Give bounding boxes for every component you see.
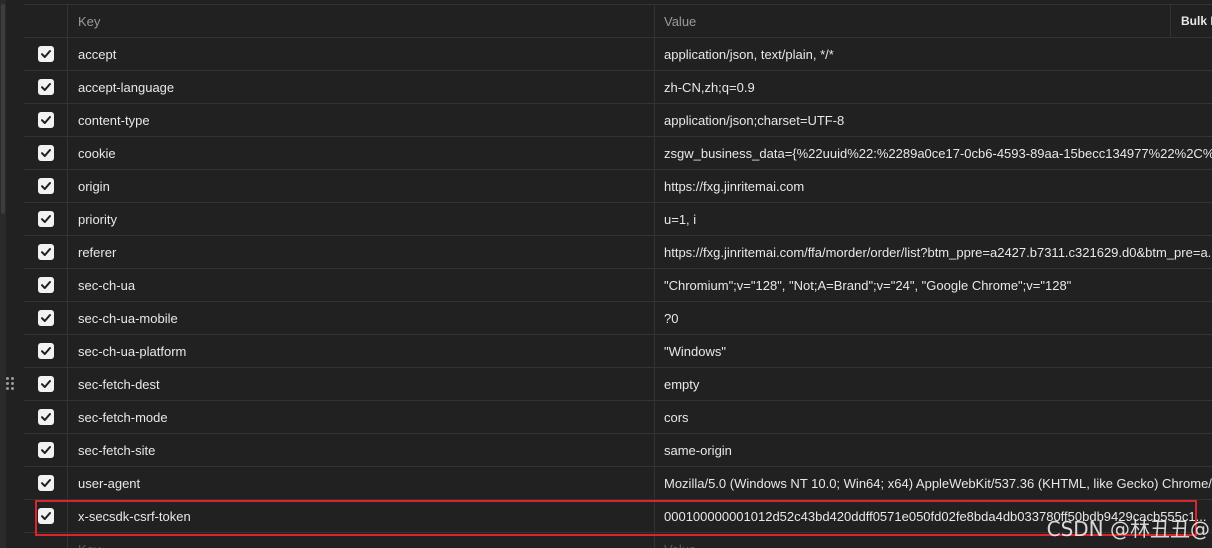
row-check-cell bbox=[24, 71, 68, 103]
header-value-field[interactable]: zsgw_business_data={%22uuid%22:%2289a0ce… bbox=[655, 137, 1212, 169]
row-check-cell bbox=[24, 500, 68, 532]
row-check-cell bbox=[24, 467, 68, 499]
table-row: referer https://fxg.jinritemai.com/ffa/mo… bbox=[24, 236, 1212, 269]
header-value-field[interactable]: ?0 bbox=[655, 302, 1212, 334]
table-row: sec-fetch-mode cors bbox=[24, 401, 1212, 434]
header-key-field[interactable]: sec-ch-ua-mobile bbox=[68, 302, 655, 334]
table-row: sec-fetch-site same-origin bbox=[24, 434, 1212, 467]
row-enabled-checkbox[interactable] bbox=[37, 508, 54, 524]
row-check-cell bbox=[24, 401, 68, 433]
table-row: x-secsdk-csrf-token 000100000001012d52c43… bbox=[24, 500, 1212, 533]
row-enabled-checkbox[interactable] bbox=[37, 211, 54, 227]
table-row: user-agent Mozilla/5.0 (Windows NT 10.0; … bbox=[24, 467, 1212, 500]
header-key-field[interactable]: sec-ch-ua bbox=[68, 269, 655, 301]
row-check-cell bbox=[24, 434, 68, 466]
new-row[interactable]: Key Value bbox=[24, 533, 1212, 548]
new-row-check-cell bbox=[24, 533, 68, 548]
row-enabled-checkbox[interactable] bbox=[37, 112, 54, 128]
table-row: origin https://fxg.jinritemai.com bbox=[24, 170, 1212, 203]
header-key-field[interactable]: accept-language bbox=[68, 71, 655, 103]
row-enabled-checkbox[interactable] bbox=[37, 277, 54, 293]
table-row: content-type application/json;charset=UTF… bbox=[24, 104, 1212, 137]
row-enabled-checkbox[interactable] bbox=[37, 409, 54, 425]
table-row: accept-language zh-CN,zh;q=0.9 bbox=[24, 71, 1212, 104]
row-check-cell bbox=[24, 368, 68, 400]
table-row: accept application/json, text/plain, */* bbox=[24, 38, 1212, 71]
row-check-cell bbox=[24, 335, 68, 367]
header-value-field[interactable]: Mozilla/5.0 (Windows NT 10.0; Win64; x64… bbox=[655, 467, 1212, 499]
key-column-header: Key bbox=[68, 5, 655, 37]
headers-editor: Key Value Bulk Edit acceptapplication/js… bbox=[0, 0, 1212, 548]
bulk-edit-button[interactable]: Bulk Edit bbox=[1170, 5, 1212, 37]
header-key-field[interactable]: sec-fetch-site bbox=[68, 434, 655, 466]
row-check-cell bbox=[24, 302, 68, 334]
headers-table: Key Value Bulk Edit acceptapplication/js… bbox=[6, 4, 1212, 548]
header-value-field[interactable]: same-origin bbox=[655, 434, 1212, 466]
row-check-cell bbox=[24, 137, 68, 169]
table-row: sec-ch-ua "Chromium";v="128", "Not;A=Bran… bbox=[24, 269, 1212, 302]
row-enabled-checkbox[interactable] bbox=[37, 145, 54, 161]
row-check-cell bbox=[24, 170, 68, 202]
header-value-field[interactable]: application/json;charset=UTF-8 bbox=[655, 104, 1212, 136]
table-row: sec-ch-ua-platform "Windows" bbox=[24, 335, 1212, 368]
row-enabled-checkbox[interactable] bbox=[37, 46, 54, 62]
header-value-field[interactable]: cors bbox=[655, 401, 1212, 433]
header-value-field[interactable]: "Windows" bbox=[655, 335, 1212, 367]
row-enabled-checkbox[interactable] bbox=[37, 376, 54, 392]
header-key-field[interactable]: sec-fetch-dest bbox=[68, 368, 655, 400]
row-enabled-checkbox[interactable] bbox=[37, 178, 54, 194]
row-enabled-checkbox[interactable] bbox=[37, 310, 54, 326]
header-value-field[interactable]: https://fxg.jinritemai.com/ffa/morder/or… bbox=[655, 236, 1212, 268]
rows-container: accept application/json, text/plain, */* a… bbox=[6, 38, 1212, 533]
row-check-cell bbox=[24, 269, 68, 301]
scrollbar-thumb[interactable] bbox=[1, 4, 5, 214]
header-key-field[interactable]: x-secsdk-csrf-token bbox=[68, 500, 655, 532]
header-key-field[interactable]: user-agent bbox=[68, 467, 655, 499]
row-check-cell bbox=[24, 236, 68, 268]
left-scrollbar[interactable] bbox=[0, 0, 6, 548]
drag-handle-icon[interactable] bbox=[6, 377, 16, 391]
header-key-field[interactable]: content-type bbox=[68, 104, 655, 136]
row-check-cell bbox=[24, 203, 68, 235]
table-row: sec-fetch-dest empty bbox=[6, 368, 1212, 401]
row-check-cell bbox=[24, 104, 68, 136]
new-key-input[interactable]: Key bbox=[68, 533, 655, 548]
row-check-cell bbox=[24, 38, 68, 70]
header-key-field[interactable]: sec-fetch-mode bbox=[68, 401, 655, 433]
header-value-field[interactable]: zh-CN,zh;q=0.9 bbox=[655, 71, 1212, 103]
header-key-field[interactable]: sec-ch-ua-platform bbox=[68, 335, 655, 367]
header-key-field[interactable]: cookie bbox=[68, 137, 655, 169]
table-row: sec-ch-ua-mobile ?0 bbox=[24, 302, 1212, 335]
header-check-cell bbox=[24, 5, 68, 37]
header-value-field[interactable]: empty bbox=[655, 368, 1212, 400]
header-key-field[interactable]: referer bbox=[68, 236, 655, 268]
header-value-field[interactable]: "Chromium";v="128", "Not;A=Brand";v="24"… bbox=[655, 269, 1212, 301]
value-column-header: Value bbox=[664, 13, 697, 29]
header-key-field[interactable]: priority bbox=[68, 203, 655, 235]
header-value-field[interactable]: u=1, i bbox=[655, 203, 1212, 235]
table-header-row: Key Value Bulk Edit bbox=[24, 5, 1212, 38]
row-enabled-checkbox[interactable] bbox=[37, 343, 54, 359]
header-key-field[interactable]: accept bbox=[68, 38, 655, 70]
row-enabled-checkbox[interactable] bbox=[37, 475, 54, 491]
table-row: cookie zsgw_business_data={%22uuid%22:%22… bbox=[24, 137, 1212, 170]
header-value-field[interactable]: application/json, text/plain, */* bbox=[655, 38, 1212, 70]
row-enabled-checkbox[interactable] bbox=[37, 442, 54, 458]
row-enabled-checkbox[interactable] bbox=[37, 244, 54, 260]
header-value-field[interactable]: https://fxg.jinritemai.com bbox=[655, 170, 1212, 202]
watermark: CSDN @林丑丑@ bbox=[1046, 517, 1210, 541]
row-enabled-checkbox[interactable] bbox=[37, 79, 54, 95]
header-key-field[interactable]: origin bbox=[68, 170, 655, 202]
table-row: priority u=1, i bbox=[24, 203, 1212, 236]
